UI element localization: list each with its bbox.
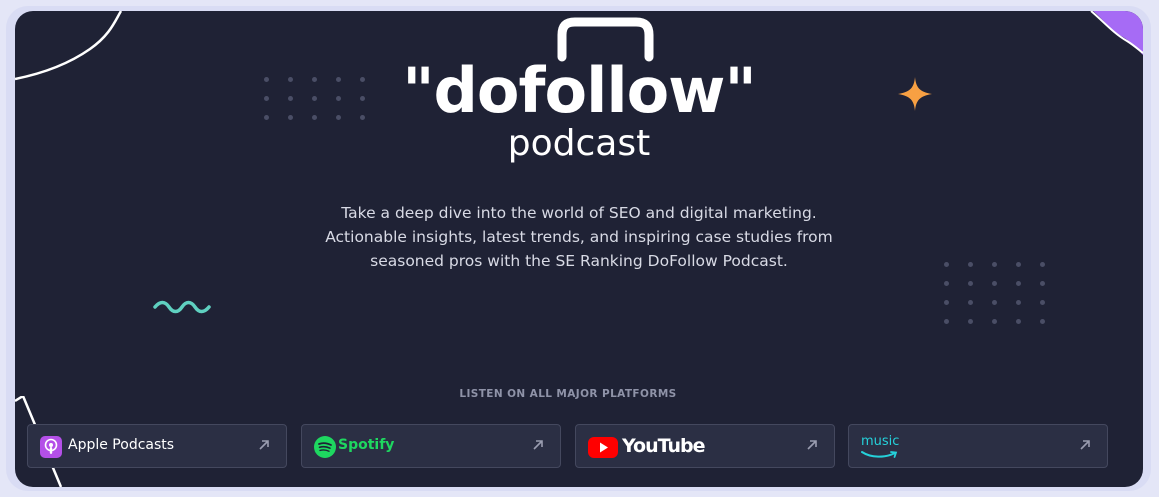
arrow-up-right-icon <box>1080 440 1090 450</box>
youtube-button[interactable]: YouTube <box>575 424 835 468</box>
description-line-2: Actionable insights, latest trends, and … <box>325 228 833 246</box>
spotify-button[interactable]: Spotify <box>301 424 561 468</box>
youtube-icon <box>588 437 618 458</box>
arrow-up-right-icon <box>807 440 817 450</box>
arrow-up-right-icon <box>533 440 543 450</box>
amazon-music-icon <box>861 451 898 458</box>
apple-podcasts-label: Apple Podcasts <box>68 437 175 453</box>
youtube-label: YouTube <box>622 435 705 457</box>
amazon-music-label: music <box>861 434 900 449</box>
apple-podcasts-button[interactable]: Apple Podcasts <box>27 424 287 468</box>
podcast-banner: "dofollow" podcast Take a deep dive into… <box>15 11 1143 487</box>
spotify-label: Spotify <box>338 437 395 453</box>
amazon-music-button[interactable]: music <box>848 424 1108 468</box>
spotify-icon <box>314 436 336 458</box>
description-line-1: Take a deep dive into the world of SEO a… <box>341 204 817 222</box>
listen-heading: LISTEN ON ALL MAJOR PLATFORMS <box>459 388 677 400</box>
squiggle-decoration <box>153 300 211 314</box>
arrow-up-right-icon <box>259 440 269 450</box>
description: Take a deep dive into the world of SEO a… <box>279 201 879 273</box>
logo-subtitle: podcast <box>508 123 650 164</box>
apple-podcasts-icon <box>40 436 62 458</box>
podcast-logo: "dofollow" podcast <box>15 17 1143 167</box>
dot-grid-right <box>944 262 1064 324</box>
description-line-3: seasoned pros with the SE Ranking DoFoll… <box>370 252 788 270</box>
logo-mark: "dofollow" podcast <box>402 17 757 164</box>
logo-word: "dofollow" <box>402 54 756 127</box>
